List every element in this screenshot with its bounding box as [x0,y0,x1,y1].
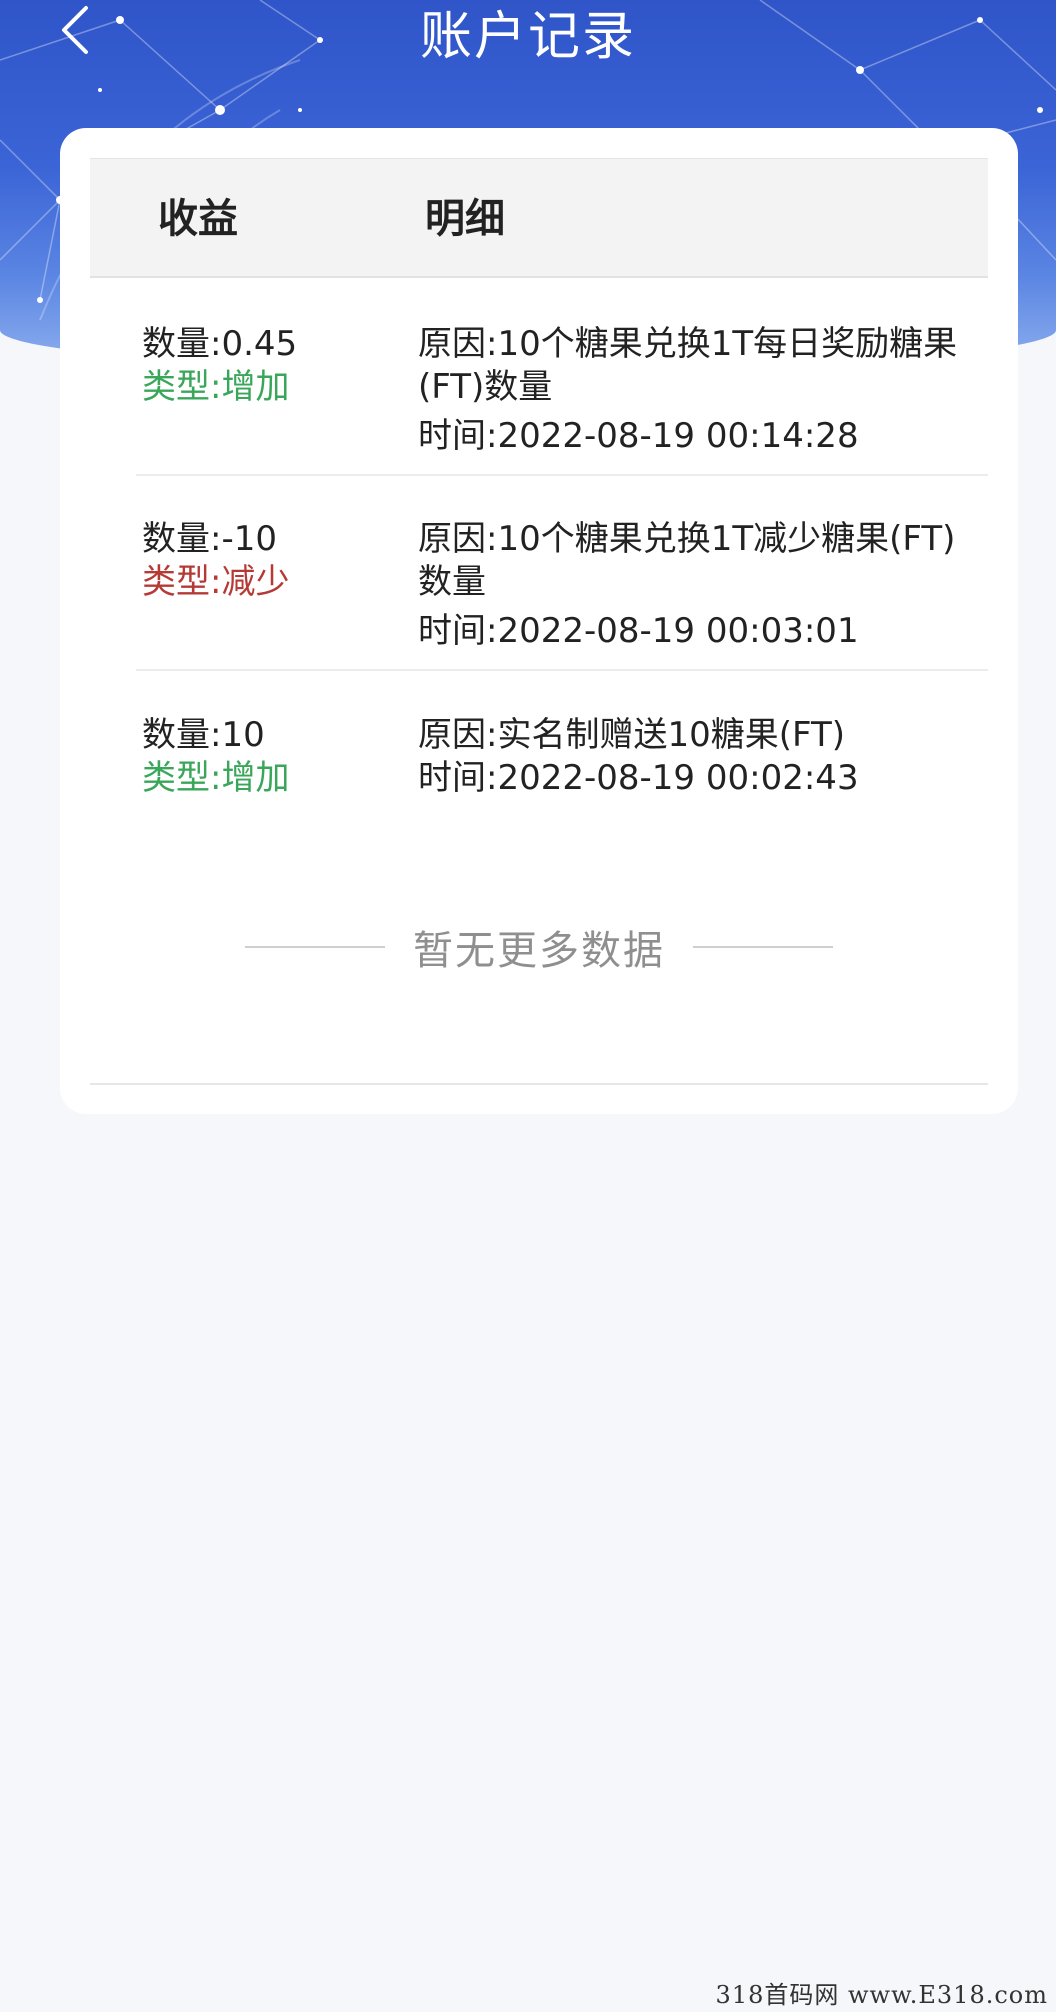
income-cell: 数量:-10 类型:减少 [142,518,402,604]
type-label: 类型: [142,758,222,798]
reason-line: 原因:实名制赠送10糖果(FT) [418,714,958,757]
records-card: 收益 明细 数量:0.45 类型:增加 原因:10个糖果兑换1T每日奖励糖果(F… [60,128,1018,1114]
quantity-label: 数量: [142,519,222,559]
quantity-value: -10 [221,519,278,559]
quantity-line: 数量:-10 [142,518,402,561]
time-label: 时间: [418,758,498,798]
type-value: 增加 [221,758,290,798]
account-records-page: 账户记录 收益 明细 数量:0.45 类型:增加 原因:10个糖果兑换1T每日奖… [0,0,1056,2012]
type-value: 增加 [221,367,290,407]
time-value: 2022-08-19 00:03:01 [497,611,859,651]
time-label: 时间: [418,611,498,651]
reason-value: 10个糖果兑换1T减少糖果(FT)数量 [418,519,956,602]
income-cell: 数量:0.45 类型:增加 [142,323,402,409]
type-label: 类型: [142,367,222,407]
time-label: 时间: [418,416,498,456]
time-line: 时间:2022-08-19 00:14:28 [418,415,958,458]
reason-label: 原因: [418,715,498,755]
type-label: 类型: [142,562,222,602]
quantity-value: 10 [221,715,265,755]
quantity-label: 数量: [142,324,222,364]
type-line: 类型:减少 [142,561,402,604]
column-header-detail: 明细 [425,196,505,242]
column-header-income: 收益 [158,196,238,242]
no-more-data-text: 暂无更多数据 [413,928,665,974]
reason-value: 10个糖果兑换1T每日奖励糖果(FT)数量 [418,324,958,407]
type-line: 类型:增加 [142,757,402,800]
reason-line: 原因:10个糖果兑换1T每日奖励糖果(FT)数量 [418,323,958,409]
time-value: 2022-08-19 00:02:43 [497,758,859,798]
quantity-label: 数量: [142,715,222,755]
quantity-value: 0.45 [221,324,298,364]
table-row: 数量:10 类型:增加 原因:实名制赠送10糖果(FT) 时间:2022-08-… [136,714,988,824]
divider-right [693,946,833,948]
page-title: 账户记录 [419,7,636,67]
reason-label: 原因: [418,519,498,559]
watermark-text: 318首码网 www.E318.com [715,1981,1048,2009]
quantity-line: 数量:10 [142,714,402,757]
time-value: 2022-08-19 00:14:28 [497,416,859,456]
table-row: 数量:0.45 类型:增加 原因:10个糖果兑换1T每日奖励糖果(FT)数量 时… [136,323,988,476]
quantity-line: 数量:0.45 [142,323,402,366]
detail-cell: 原因:10个糖果兑换1T减少糖果(FT)数量 时间:2022-08-19 00:… [418,518,958,653]
time-line: 时间:2022-08-19 00:02:43 [418,757,958,800]
detail-cell: 原因:实名制赠送10糖果(FT) 时间:2022-08-19 00:02:43 [418,714,958,800]
reason-value: 实名制赠送10糖果(FT) [497,715,845,755]
reason-line: 原因:10个糖果兑换1T减少糖果(FT)数量 [418,518,958,604]
divider-left [245,946,385,948]
type-value: 减少 [221,562,290,602]
table-header: 收益 明细 [90,158,988,278]
no-more-data-indicator: 暂无更多数据 [60,918,1018,976]
time-line: 时间:2022-08-19 00:03:01 [418,610,958,653]
type-line: 类型:增加 [142,366,402,409]
table-row: 数量:-10 类型:减少 原因:10个糖果兑换1T减少糖果(FT)数量 时间:2… [136,518,988,671]
card-bottom-divider [90,1083,988,1085]
income-cell: 数量:10 类型:增加 [142,714,402,800]
reason-label: 原因: [418,324,498,364]
detail-cell: 原因:10个糖果兑换1T每日奖励糖果(FT)数量 时间:2022-08-19 0… [418,323,958,458]
